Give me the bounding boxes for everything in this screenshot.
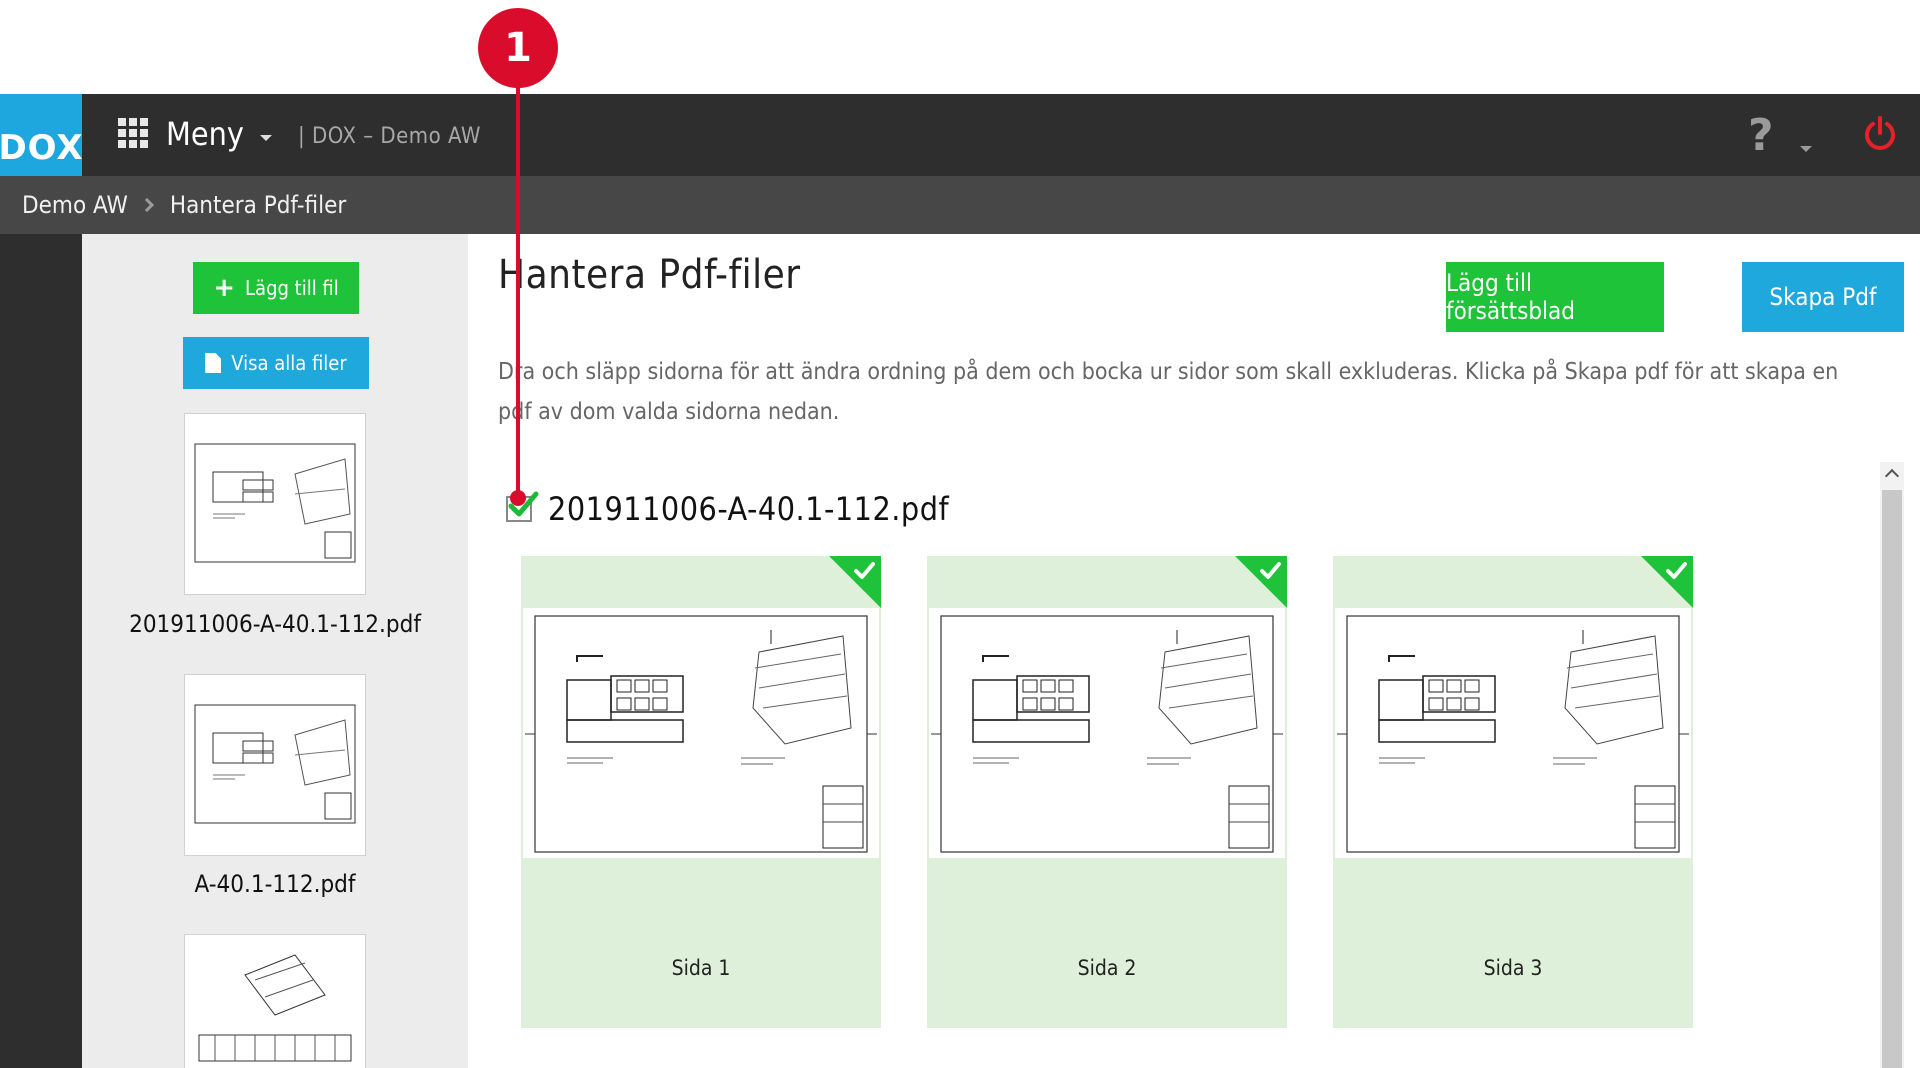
- annotation-line: [516, 86, 520, 494]
- floorplan-thumbnail-icon: [198, 954, 352, 1062]
- menu-label: Meny: [166, 115, 244, 153]
- create-pdf-button[interactable]: Skapa Pdf: [1742, 262, 1904, 332]
- checkmark-icon[interactable]: [853, 560, 875, 582]
- page-card[interactable]: Sida 3: [1333, 556, 1693, 1028]
- page-preview: [929, 608, 1285, 858]
- add-file-label: Lägg till fil: [245, 276, 339, 300]
- drawing-preview-icon: [1337, 615, 1689, 853]
- left-dark-strip: [0, 234, 82, 1068]
- file-name[interactable]: 201911006-A-40.1-112.pdf: [82, 610, 468, 638]
- file-sidebar: + Lägg till fil Visa alla filer 20191100…: [82, 234, 468, 1068]
- page-preview: [523, 608, 879, 858]
- dox-logo[interactable]: DOX: [0, 94, 83, 176]
- file-title: 201911006-A-40.1-112.pdf: [548, 490, 950, 528]
- file-thumbnail[interactable]: [184, 413, 366, 595]
- scrollbar-thumb[interactable]: [1882, 490, 1902, 1068]
- help-dropdown-icon[interactable]: [1800, 146, 1812, 152]
- vertical-scrollbar[interactable]: [1880, 462, 1904, 1068]
- drawing-thumbnail-icon: [194, 443, 356, 563]
- power-icon[interactable]: [1862, 116, 1898, 152]
- chevron-right-icon: [139, 197, 154, 213]
- page-preview: [1335, 608, 1691, 858]
- show-all-files-label: Visa alla filer: [231, 351, 347, 375]
- breadcrumb-item-demo-aw[interactable]: Demo AW: [22, 191, 128, 219]
- file-name[interactable]: A-40.1-112.pdf: [82, 870, 468, 898]
- instructions-text: Dra och släpp sidorna för att ändra ordn…: [498, 359, 1839, 425]
- add-file-button[interactable]: + Lägg till fil: [193, 262, 359, 314]
- menu-button[interactable]: Meny: [118, 112, 272, 156]
- drawing-preview-icon: [931, 615, 1283, 853]
- drawing-preview-icon: [525, 615, 877, 853]
- checkmark-icon[interactable]: [1665, 560, 1687, 582]
- show-all-files-button[interactable]: Visa alla filer: [183, 337, 369, 389]
- add-cover-sheet-button[interactable]: Lägg till försättsblad: [1446, 262, 1664, 332]
- help-button[interactable]: ?: [1748, 110, 1774, 161]
- grid-icon: [118, 118, 150, 150]
- drawing-thumbnail-icon: [194, 704, 356, 824]
- chevron-down-icon: [259, 135, 272, 141]
- top-navbar: DOX Meny | DOX – Demo AW ?: [0, 94, 1920, 176]
- breadcrumb-item-current: Hantera Pdf-filer: [169, 191, 347, 219]
- breadcrumb: Demo AW Hantera Pdf-filer: [0, 176, 1920, 234]
- file-thumbnail[interactable]: [184, 674, 366, 856]
- file-icon: [205, 353, 222, 373]
- annotation-marker: 1: [478, 8, 558, 88]
- page-title: Hantera Pdf-filer: [498, 252, 801, 298]
- page-label: Sida 1: [671, 956, 731, 980]
- page-card[interactable]: Sida 2: [927, 556, 1287, 1028]
- checkmark-icon[interactable]: [1259, 560, 1281, 582]
- file-thumbnail[interactable]: [184, 934, 366, 1068]
- page-card[interactable]: Sida 1: [521, 556, 881, 1028]
- workspace-title: | DOX – Demo AW: [298, 124, 481, 149]
- annotation-dot: [510, 490, 526, 506]
- page-label: Sida 3: [1483, 956, 1543, 980]
- page-label: Sida 2: [1077, 956, 1137, 980]
- scroll-up-icon[interactable]: [1880, 462, 1904, 486]
- plus-icon: +: [213, 273, 236, 303]
